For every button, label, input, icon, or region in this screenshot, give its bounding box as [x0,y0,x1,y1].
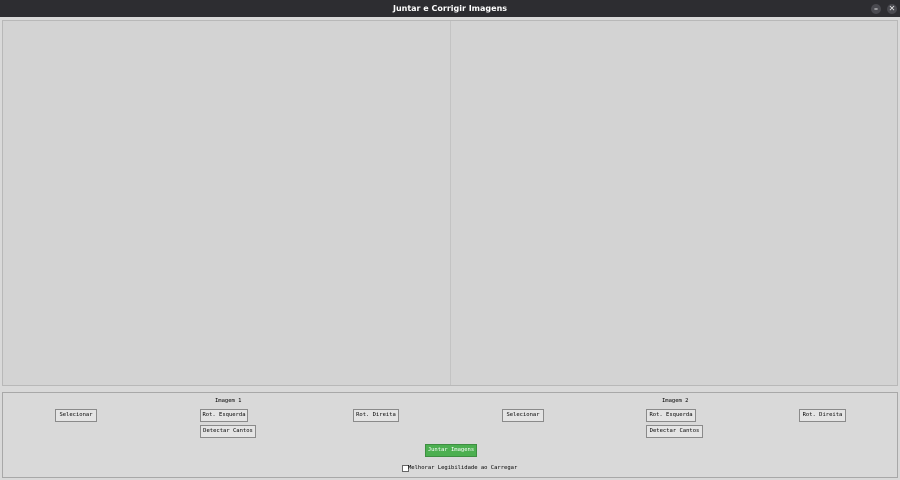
close-icon[interactable]: ✕ [887,4,897,14]
window-title: Juntar e Corrigir Imagens [392,4,508,13]
image-canvas-area [2,20,898,386]
join-images-button[interactable]: Juntar Imagens [425,444,477,457]
image1-canvas[interactable] [3,21,451,385]
image2-rotate-right-button[interactable]: Rot. Direita [799,409,846,422]
window-titlebar: Juntar e Corrigir Imagens – ✕ [0,0,900,17]
minimize-icon[interactable]: – [871,4,881,14]
image2-select-button[interactable]: Selecionar [502,409,544,422]
image1-rotate-right-button[interactable]: Rot. Direita [353,409,399,422]
controls-panel: Imagem 1 Imagem 2 Selecionar Rot. Esquer… [2,392,898,478]
image1-select-button[interactable]: Selecionar [55,409,97,422]
image2-detect-corners-button[interactable]: Detectar Cantos [646,425,703,438]
image2-canvas[interactable] [451,21,897,385]
legibility-label: Melhorar Legibilidade ao Carregar [408,465,518,471]
image1-detect-corners-button[interactable]: Detectar Cantos [200,425,256,438]
image1-rotate-left-button[interactable]: Rot. Esquerda [200,409,248,422]
image2-label: Imagem 2 [662,398,689,404]
image1-label: Imagem 1 [215,398,242,404]
image2-rotate-left-button[interactable]: Rot. Esquerda [646,409,696,422]
